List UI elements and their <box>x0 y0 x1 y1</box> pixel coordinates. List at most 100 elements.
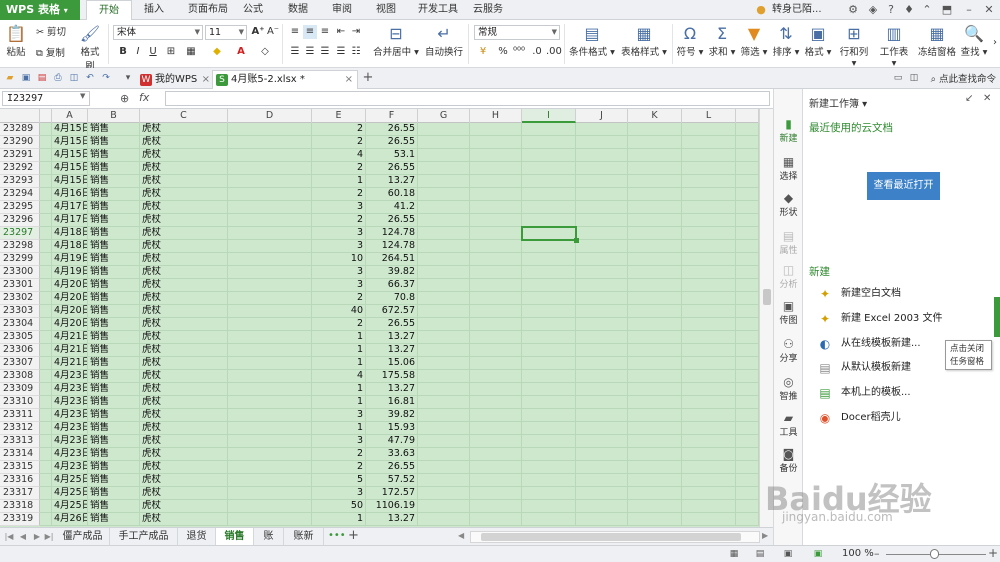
grid-cell[interactable] <box>682 214 736 227</box>
grid-cell[interactable] <box>576 435 628 448</box>
grid-cell[interactable] <box>418 227 470 240</box>
settings-icon[interactable]: ⚙ <box>846 3 860 17</box>
grid-cell[interactable]: 虎杖 <box>140 500 228 513</box>
thousands-icon[interactable]: ⁰⁰⁰ <box>512 45 526 59</box>
grid-cell[interactable] <box>628 357 682 370</box>
grid-cell[interactable]: 虎杖 <box>140 422 228 435</box>
grid-cell[interactable] <box>576 175 628 188</box>
grid-cell[interactable] <box>576 162 628 175</box>
grid-cell[interactable] <box>576 188 628 201</box>
sidebar-item-tools[interactable]: ▰ 工具 <box>774 411 803 438</box>
grid-cell[interactable] <box>470 162 522 175</box>
grid-cell[interactable]: 50 <box>312 500 366 513</box>
grid-cell[interactable] <box>576 201 628 214</box>
grid-cell[interactable]: 4月25日 <box>52 474 88 487</box>
grid-cell[interactable] <box>40 253 52 266</box>
paste-button[interactable]: 📋 粘贴 <box>4 24 28 58</box>
grid-cell[interactable]: 虎杖 <box>140 188 228 201</box>
sort-button[interactable]: ⇅ 排序 ▾ <box>772 24 800 58</box>
shrink-font-icon[interactable]: A⁻ <box>266 25 280 39</box>
grid-cell[interactable] <box>736 175 759 188</box>
grid-cell[interactable] <box>470 422 522 435</box>
grid-cell[interactable] <box>576 214 628 227</box>
grid-cell[interactable] <box>522 461 576 474</box>
grid-cell[interactable]: 39.82 <box>366 266 418 279</box>
grid-cell[interactable] <box>682 175 736 188</box>
column-header[interactable]: J <box>576 109 628 123</box>
percent-icon[interactable]: % <box>496 45 510 59</box>
grid-cell[interactable]: 13.27 <box>366 344 418 357</box>
grid-cell[interactable]: 3 <box>312 409 366 422</box>
grid-cell[interactable]: 销售 <box>88 344 140 357</box>
grid-cell[interactable] <box>576 448 628 461</box>
save-icon[interactable]: ▣ <box>20 72 32 84</box>
grid-cell[interactable] <box>576 123 628 136</box>
grid-cell[interactable] <box>470 461 522 474</box>
grid-cell[interactable] <box>418 344 470 357</box>
grid-cell[interactable] <box>40 461 52 474</box>
grid-cell[interactable]: 虎杖 <box>140 136 228 149</box>
grid-cell[interactable] <box>228 331 312 344</box>
grid-cell[interactable] <box>522 383 576 396</box>
grid-cell[interactable]: 1 <box>312 383 366 396</box>
grid-cell[interactable]: 172.57 <box>366 487 418 500</box>
grid-cell[interactable] <box>470 240 522 253</box>
pane-edge-handle[interactable] <box>994 297 1000 337</box>
grid-cell[interactable]: 4 <box>312 149 366 162</box>
add-sheet-icon[interactable]: + <box>348 528 359 543</box>
grid-cell[interactable] <box>228 253 312 266</box>
redo-icon[interactable]: ↷ <box>100 72 112 84</box>
worksheet-button[interactable]: ▥ 工作表 ▾ <box>876 24 912 69</box>
grid-cell[interactable] <box>736 188 759 201</box>
grid-cell[interactable]: 4 <box>312 370 366 383</box>
grid-cell[interactable] <box>522 370 576 383</box>
normal-view-icon[interactable]: ▦ <box>728 548 740 560</box>
grid-cell[interactable] <box>628 136 682 149</box>
grid-cell[interactable]: 虎杖 <box>140 461 228 474</box>
grid-cell[interactable] <box>576 136 628 149</box>
grid-cell[interactable] <box>522 331 576 344</box>
grid-cell[interactable] <box>682 253 736 266</box>
grid-cell[interactable] <box>522 201 576 214</box>
grid-cell[interactable] <box>418 136 470 149</box>
grid-cell[interactable]: 虎杖 <box>140 201 228 214</box>
grid-cell[interactable] <box>418 422 470 435</box>
grid-cell[interactable]: 销售 <box>88 214 140 227</box>
grid-cell[interactable] <box>228 487 312 500</box>
new-option-item[interactable]: ◐ 从在线模板新建... <box>817 335 921 353</box>
user-name[interactable]: 转身已陌... <box>772 0 822 20</box>
grid-cell[interactable] <box>628 305 682 318</box>
grid-cell[interactable] <box>628 292 682 305</box>
scrollbar-thumb[interactable] <box>763 289 771 305</box>
grid-cell[interactable] <box>228 370 312 383</box>
grid-cell[interactable]: 2 <box>312 461 366 474</box>
row-col-button[interactable]: ⊞ 行和列 ▾ <box>836 24 872 69</box>
grid-cell[interactable] <box>40 175 52 188</box>
grid-cell[interactable] <box>418 318 470 331</box>
ribbon-more-icon[interactable]: › <box>988 36 1000 50</box>
grid-cell[interactable] <box>628 214 682 227</box>
grid-cell[interactable] <box>736 227 759 240</box>
page-layout-icon[interactable]: ▤ <box>754 548 766 560</box>
grid-cell[interactable]: 虎杖 <box>140 474 228 487</box>
grid-cell[interactable] <box>736 149 759 162</box>
grid-cell[interactable] <box>228 409 312 422</box>
grid-cell[interactable] <box>628 123 682 136</box>
row-header[interactable]: 23297 <box>0 227 40 240</box>
grid-cell[interactable]: 销售 <box>88 240 140 253</box>
format-painter-button[interactable]: 🖌 格式刷 <box>76 24 104 72</box>
sheet-tab[interactable]: 销售 <box>216 528 254 545</box>
row-header[interactable]: 23291 <box>0 149 40 162</box>
grid-cell[interactable] <box>576 344 628 357</box>
last-sheet-icon[interactable]: ▶| <box>44 531 54 543</box>
formula-input[interactable] <box>165 91 770 106</box>
format-button[interactable]: ▣ 格式 ▾ <box>804 24 832 58</box>
grid-cell[interactable] <box>576 279 628 292</box>
grid-cell[interactable] <box>418 331 470 344</box>
grid-cell[interactable] <box>228 448 312 461</box>
grid-cell[interactable] <box>40 188 52 201</box>
grid-cell[interactable] <box>470 266 522 279</box>
grid-cell[interactable] <box>522 513 576 526</box>
grid-cell[interactable] <box>418 461 470 474</box>
grid-cell[interactable] <box>418 253 470 266</box>
